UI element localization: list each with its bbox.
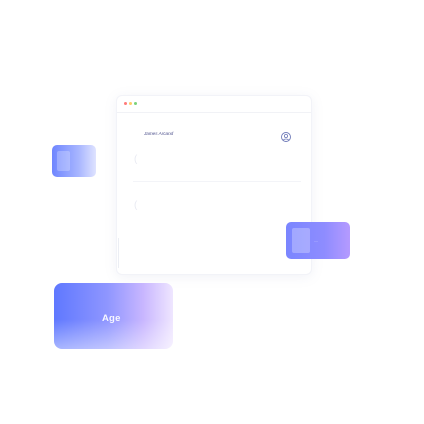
window-titlebar xyxy=(117,96,311,113)
row-marker: ( xyxy=(134,200,138,211)
user-circle-icon[interactable] xyxy=(280,131,292,143)
gradient-card-right[interactable]: — xyxy=(286,222,350,259)
profile-name: James Arcand xyxy=(144,131,174,136)
card-faint-label: — xyxy=(314,238,318,243)
age-card[interactable]: Age xyxy=(54,283,173,349)
profile-window: James Arcand ( ( xyxy=(116,95,312,275)
card-thumbnail xyxy=(57,151,70,171)
window-controls xyxy=(124,102,137,105)
maximize-dot-icon[interactable] xyxy=(134,102,137,105)
row-divider xyxy=(133,181,301,182)
minimize-dot-icon[interactable] xyxy=(129,102,132,105)
row-marker: ( xyxy=(134,154,138,165)
age-label: Age xyxy=(102,313,121,324)
card-thumbnail xyxy=(292,228,310,253)
close-dot-icon[interactable] xyxy=(124,102,127,105)
gradient-card-small[interactable] xyxy=(52,145,96,177)
connector-line xyxy=(118,238,119,268)
